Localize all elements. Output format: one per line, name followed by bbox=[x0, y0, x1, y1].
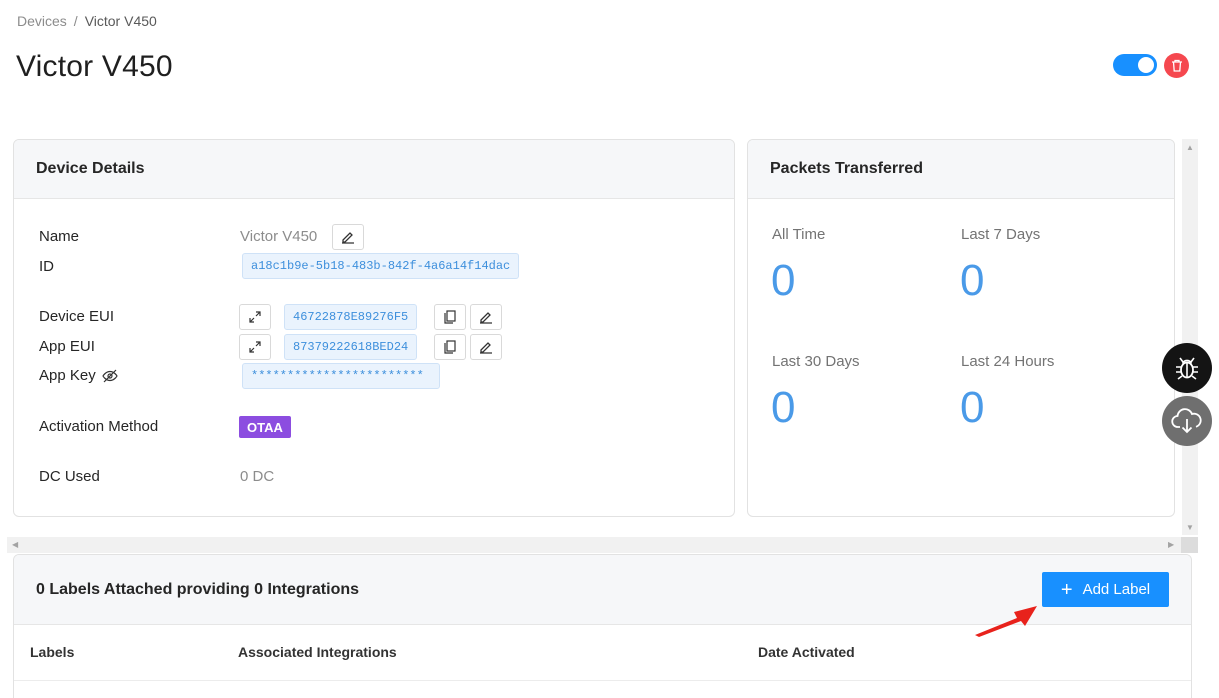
app-key-row-label: App Key bbox=[39, 367, 118, 384]
app-key-label: App Key bbox=[39, 367, 96, 384]
stat-all-time-value: 0 bbox=[771, 256, 796, 305]
eye-slash-icon[interactable] bbox=[102, 369, 118, 383]
app-eui-label: App EUI bbox=[39, 338, 95, 355]
edit-icon bbox=[480, 342, 492, 354]
expand-device-eui-button[interactable] bbox=[239, 304, 271, 330]
expand-icon bbox=[249, 341, 261, 353]
delete-device-button[interactable] bbox=[1164, 53, 1189, 78]
breadcrumb: Devices / Victor V450 bbox=[17, 13, 157, 29]
cloud-download-icon bbox=[1171, 408, 1202, 434]
table-divider bbox=[14, 680, 1191, 681]
add-label-button[interactable]: + Add Label bbox=[1042, 572, 1169, 607]
labels-title: 0 Labels Attached providing 0 Integratio… bbox=[36, 580, 360, 598]
device-eui-value: 46722878E89276F5 bbox=[284, 304, 418, 330]
expand-icon bbox=[249, 311, 261, 323]
trash-icon bbox=[1171, 59, 1182, 72]
red-pointer-arrow-icon bbox=[975, 606, 1037, 637]
stat-last-30-days-value: 0 bbox=[771, 383, 796, 432]
copy-icon bbox=[444, 340, 456, 354]
download-button[interactable] bbox=[1162, 396, 1212, 446]
scroll-right-arrow-icon[interactable]: ▶ bbox=[1168, 540, 1174, 549]
stat-last-24-hours-value: 0 bbox=[960, 383, 985, 432]
device-details-card: Device Details Name Victor V450 ID a18c1… bbox=[13, 139, 735, 517]
app-key-value: ************************ bbox=[242, 363, 440, 389]
edit-device-eui-button[interactable] bbox=[470, 304, 502, 330]
debug-button[interactable] bbox=[1162, 343, 1212, 393]
column-header-date-activated[interactable]: Date Activated bbox=[758, 644, 855, 660]
stat-last-24-hours-label: Last 24 Hours bbox=[961, 353, 1055, 370]
bug-icon bbox=[1176, 357, 1198, 380]
scroll-down-arrow-icon[interactable]: ▼ bbox=[1186, 523, 1194, 532]
scrollbar-corner bbox=[1181, 537, 1198, 553]
dc-used-label: DC Used bbox=[39, 468, 100, 485]
edit-name-button[interactable] bbox=[332, 224, 364, 250]
device-active-toggle[interactable] bbox=[1113, 54, 1157, 76]
device-details-title: Device Details bbox=[14, 140, 734, 199]
edit-icon bbox=[480, 312, 492, 324]
id-label: ID bbox=[39, 258, 54, 275]
scroll-left-arrow-icon[interactable]: ◀ bbox=[12, 540, 18, 549]
plus-icon: + bbox=[1060, 578, 1073, 601]
vertical-scrollbar[interactable]: ▲ ▼ bbox=[1182, 139, 1198, 535]
packets-transferred-card: Packets Transferred All Time 0 Last 7 Da… bbox=[747, 139, 1175, 517]
copy-device-eui-button[interactable] bbox=[434, 304, 466, 330]
name-value: Victor V450 bbox=[240, 228, 318, 245]
app-eui-value: 87379222618BED24 bbox=[284, 334, 418, 360]
packets-title: Packets Transferred bbox=[748, 140, 1174, 199]
stat-last-7-days-value: 0 bbox=[960, 256, 985, 305]
horizontal-scrollbar[interactable]: ◀ ▶ bbox=[7, 537, 1181, 553]
breadcrumb-devices-link[interactable]: Devices bbox=[17, 13, 67, 29]
edit-app-eui-button[interactable] bbox=[470, 334, 502, 360]
stat-last-30-days-label: Last 30 Days bbox=[772, 353, 860, 370]
copy-app-eui-button[interactable] bbox=[434, 334, 466, 360]
breadcrumb-current: Victor V450 bbox=[84, 13, 157, 29]
page-title: Victor V450 bbox=[16, 50, 173, 83]
expand-app-eui-button[interactable] bbox=[239, 334, 271, 360]
column-header-associated-integrations[interactable]: Associated Integrations bbox=[238, 644, 397, 660]
stat-last-7-days-label: Last 7 Days bbox=[961, 226, 1041, 243]
copy-icon bbox=[444, 310, 456, 324]
breadcrumb-separator: / bbox=[73, 13, 78, 29]
id-value: a18c1b9e-5b18-483b-842f-4a6a14f14dac bbox=[242, 253, 520, 279]
edit-icon bbox=[342, 232, 354, 244]
dc-used-value: 0 DC bbox=[240, 468, 275, 485]
name-label: Name bbox=[39, 228, 80, 245]
column-header-labels[interactable]: Labels bbox=[30, 644, 74, 660]
toggle-knob bbox=[1138, 57, 1154, 73]
stat-all-time-label: All Time bbox=[772, 226, 826, 243]
activation-method-badge: OTAA bbox=[239, 416, 291, 438]
device-eui-label: Device EUI bbox=[39, 308, 115, 325]
add-label-text: Add Label bbox=[1082, 581, 1151, 598]
scroll-up-arrow-icon[interactable]: ▲ bbox=[1186, 143, 1194, 152]
activation-method-label: Activation Method bbox=[39, 418, 159, 435]
